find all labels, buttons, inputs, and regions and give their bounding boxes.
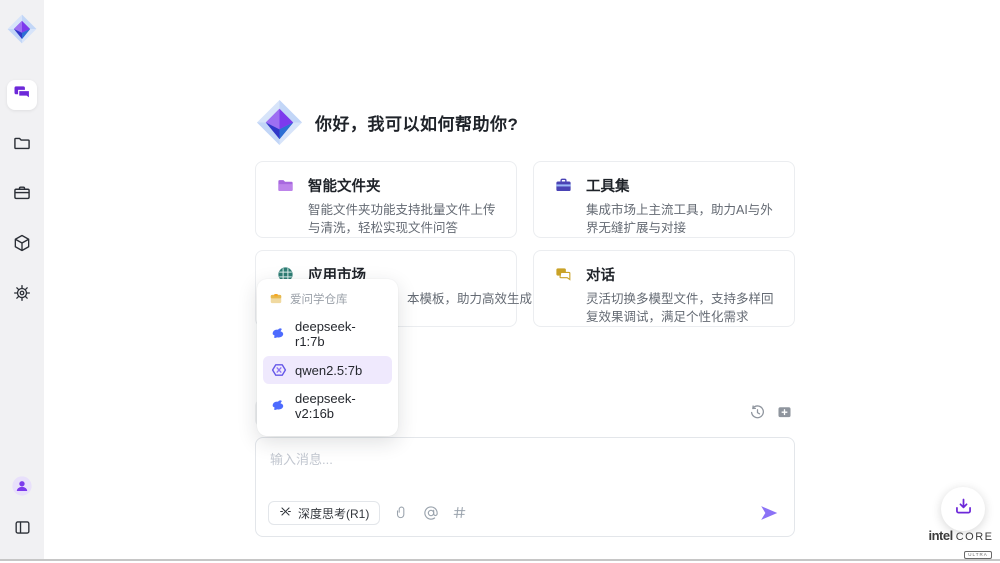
briefcase-icon xyxy=(554,176,573,195)
new-chat-plus-icon[interactable] xyxy=(776,404,793,421)
card-title: 工具集 xyxy=(586,175,630,196)
intel-wordmark: intel xyxy=(928,528,952,543)
message-composer: 深度思考(R1) xyxy=(255,437,795,537)
sidebar-item-folders[interactable] xyxy=(7,130,37,160)
deep-think-icon xyxy=(279,505,292,521)
sidebar-bottom xyxy=(7,473,37,545)
model-option-label: deepseek-v2:16b xyxy=(295,391,384,421)
page-title: 你好，我可以如何帮助你? xyxy=(315,110,518,135)
intel-core-logo: intel core ultra xyxy=(925,528,997,561)
hash-grid-icon[interactable] xyxy=(452,505,468,521)
card-toolset[interactable]: 工具集 集成市场上主流工具，助力AI与外界无缝扩展与对接 xyxy=(533,161,795,238)
download-tray-icon xyxy=(953,496,974,522)
card-dialogue[interactable]: 对话 灵活切换多模型文件，支持多样回复效果调试，满足个性化需求 xyxy=(533,250,795,327)
card-description: 灵活切换多模型文件，支持多样回复效果调试，满足个性化需求 xyxy=(586,291,776,327)
ultra-badge: ultra xyxy=(964,551,991,559)
whale-icon xyxy=(271,398,287,414)
card-description: 智能文件夹功能支持批量文件上传与清洗，轻松实现文件问答 xyxy=(308,202,498,238)
repo-icon xyxy=(269,292,283,306)
sidebar-item-profile[interactable] xyxy=(7,473,37,503)
at-sign-icon[interactable] xyxy=(423,505,439,521)
model-option-label: deepseek-r1:7b xyxy=(295,319,384,349)
model-option-qwen[interactable]: qwen2.5:7b xyxy=(263,356,392,384)
qwen-icon xyxy=(271,362,287,378)
conversation-actions xyxy=(749,404,793,421)
sidebar-item-collapse-panel[interactable] xyxy=(7,515,37,545)
chat-bubbles-icon xyxy=(554,265,573,284)
card-title: 对话 xyxy=(586,264,615,285)
message-input[interactable] xyxy=(256,438,794,490)
app-window: 你好，我可以如何帮助你? 智能文件夹 智能文件夹功能支持批量文件上传与清洗，轻松… xyxy=(0,0,1000,563)
sidebar-item-chat[interactable] xyxy=(7,80,37,110)
assistant-logo-icon xyxy=(256,99,303,146)
model-option-label: qwen2.5:7b xyxy=(295,363,362,378)
model-option-deepseek-v2[interactable]: deepseek-v2:16b xyxy=(263,385,392,427)
chat-bubbles-icon xyxy=(12,83,32,108)
card-description: 集成市场上主流工具，助力AI与外界无缝扩展与对接 xyxy=(586,202,776,238)
folder-icon xyxy=(12,133,32,158)
send-button[interactable] xyxy=(758,502,780,524)
person-icon xyxy=(11,475,33,502)
sidebar-item-toolbox[interactable] xyxy=(7,180,37,210)
window-bottom-edge xyxy=(0,559,1000,561)
model-dropdown-group: 爱问学仓库 xyxy=(257,286,398,312)
composer-toolbar: 深度思考(R1) xyxy=(268,501,780,525)
card-smart-folder[interactable]: 智能文件夹 智能文件夹功能支持批量文件上传与清洗，轻松实现文件问答 xyxy=(255,161,517,238)
model-group-label: 爱问学仓库 xyxy=(290,291,348,307)
deep-think-toggle[interactable]: 深度思考(R1) xyxy=(268,501,380,525)
sidebar-item-models[interactable] xyxy=(7,230,37,260)
gear-icon xyxy=(12,283,32,308)
sidebar xyxy=(0,0,44,559)
model-option-deepseek-r1[interactable]: deepseek-r1:7b xyxy=(263,313,392,355)
app-logo-icon xyxy=(7,14,37,44)
whale-icon xyxy=(271,326,287,342)
card-title: 智能文件夹 xyxy=(308,175,381,196)
download-button[interactable] xyxy=(941,487,985,531)
greeting: 你好，我可以如何帮助你? xyxy=(256,99,518,146)
composer-utilities xyxy=(394,505,468,521)
folder-icon xyxy=(276,176,295,195)
sidebar-nav xyxy=(7,80,37,310)
history-clock-icon[interactable] xyxy=(749,404,766,421)
briefcase-icon xyxy=(12,183,32,208)
sidebar-item-settings[interactable] xyxy=(7,280,37,310)
panel-icon xyxy=(13,518,32,542)
core-wordmark: core xyxy=(956,531,994,543)
model-dropdown: 爱问学仓库 deepseek-r1:7b qwen2.5:7b xyxy=(257,279,398,436)
cube-icon xyxy=(12,233,32,258)
deep-think-label: 深度思考(R1) xyxy=(298,505,369,522)
paperclip-icon[interactable] xyxy=(394,505,410,521)
card-description-visible-fragment: 本模板，助力高效生成多 xyxy=(407,291,498,309)
